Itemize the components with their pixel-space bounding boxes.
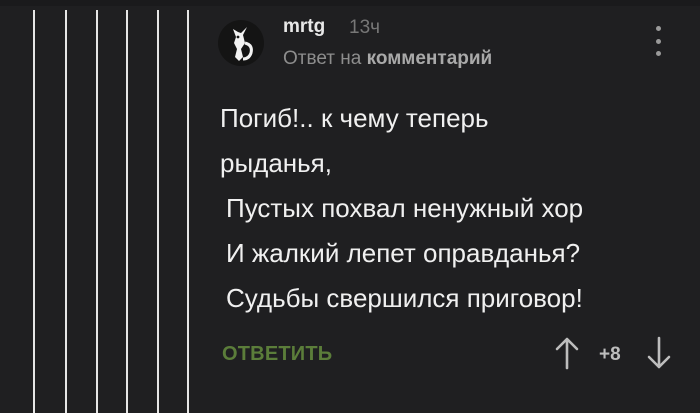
arrow-up-icon[interactable]	[554, 336, 580, 370]
comment-line: рыданья,	[220, 148, 332, 178]
more-vert-icon[interactable]	[651, 26, 665, 56]
thread-line	[157, 10, 159, 413]
comment-text: Погиб!.. к чему теперь рыданья, Пустых п…	[220, 96, 690, 321]
reply-button[interactable]: ОТВЕТИТЬ	[222, 343, 332, 366]
avatar-fox-icon	[233, 27, 253, 61]
thread-line	[96, 10, 98, 413]
arrow-down-icon[interactable]	[646, 336, 672, 370]
thread-line	[187, 10, 189, 413]
reply-to-prefix: Ответ на	[283, 48, 362, 69]
comment-line: Пустых похвал ненужный хор	[226, 193, 584, 223]
reply-to-target-link[interactable]: комментарий	[367, 48, 493, 69]
comment-time: 13ч	[349, 17, 381, 38]
thread-line	[126, 10, 128, 413]
comment-score: +8	[599, 344, 621, 365]
avatar[interactable]	[218, 20, 264, 66]
comment-line: Погиб!.. к чему теперь	[220, 103, 489, 133]
comment-line: Судьбы свершился приговор!	[226, 283, 583, 313]
comment-author[interactable]: mrtg	[283, 16, 325, 38]
reply-to-info: Ответ на комментарий	[283, 48, 492, 70]
thread-line	[33, 10, 35, 413]
comment-line: И жалкий лепет оправданья?	[226, 238, 581, 268]
top-bar	[0, 0, 700, 6]
thread-line	[65, 10, 67, 413]
